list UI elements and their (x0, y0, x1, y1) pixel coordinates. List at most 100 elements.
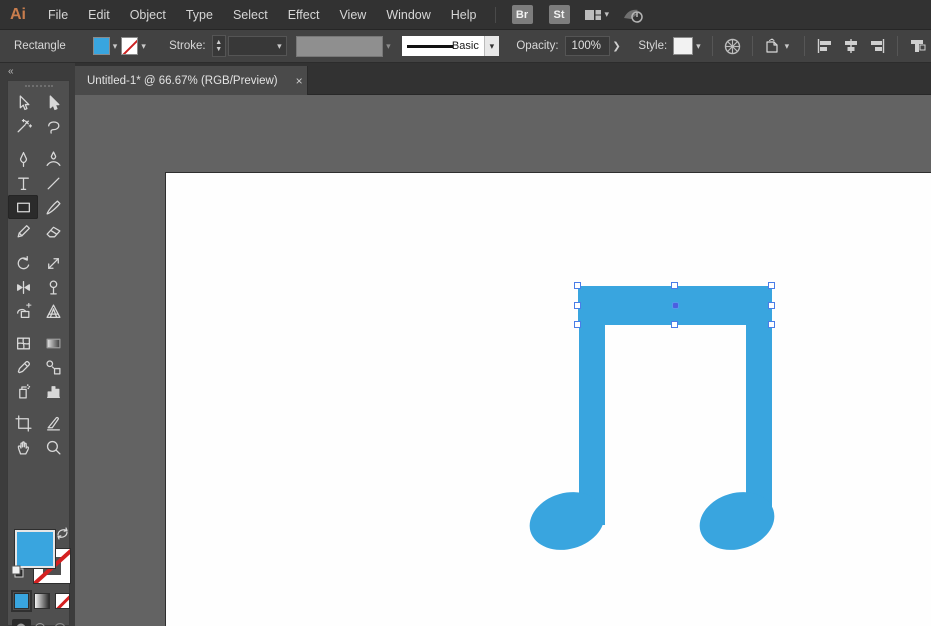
swap-fill-stroke-icon[interactable] (56, 527, 69, 545)
handle-mid-left[interactable] (574, 302, 581, 309)
draw-inside-button[interactable] (50, 619, 69, 626)
handle-top-right[interactable] (768, 282, 775, 289)
tool-magic-wand[interactable] (8, 115, 38, 139)
handle-top-left[interactable] (574, 282, 581, 289)
menu-effect[interactable]: Effect (278, 0, 330, 30)
tool-group-gap (8, 323, 70, 331)
tool-lasso[interactable] (38, 115, 68, 139)
tool-direct-selection[interactable] (38, 91, 68, 115)
tool-selection[interactable] (8, 91, 38, 115)
align-right-button[interactable] (868, 38, 886, 54)
collapse-toolbar-button[interactable]: « (8, 66, 13, 77)
tool-line-segment[interactable] (38, 171, 68, 195)
tool-mesh[interactable] (8, 331, 38, 355)
toolbar-grip[interactable] (8, 81, 69, 91)
shape-options-button[interactable]: ▾ (764, 38, 794, 54)
chevron-down-icon: ▾ (277, 41, 282, 52)
tool-eyedropper[interactable] (8, 355, 38, 379)
menu-file[interactable]: File (38, 0, 78, 30)
tool-pencil[interactable] (8, 219, 38, 243)
menu-edit[interactable]: Edit (78, 0, 120, 30)
handle-bottom-left[interactable] (574, 321, 581, 328)
tool-scale[interactable] (38, 251, 68, 275)
chevron-down-icon[interactable]: ▾ (386, 41, 391, 52)
menu-view[interactable]: View (329, 0, 376, 30)
menu-select[interactable]: Select (223, 0, 278, 30)
tool-column-graph[interactable] (38, 379, 68, 403)
tool-slice[interactable] (38, 411, 68, 435)
brush-definition-dropdown[interactable]: Basic (402, 36, 484, 56)
artboard[interactable] (165, 172, 931, 626)
transform-panel-button[interactable] (909, 38, 927, 54)
paint-mode-row (14, 593, 70, 609)
tool-group-gap (8, 403, 70, 411)
gpu-performance-icon[interactable] (621, 6, 645, 24)
tool-rectangle[interactable] (8, 195, 38, 219)
tool-rotate[interactable] (8, 251, 38, 275)
note-stem-left[interactable] (579, 300, 605, 525)
stroke-weight-label: Stroke: (169, 40, 205, 52)
stroke-weight-stepper[interactable]: ▲▼ (212, 35, 226, 57)
draw-normal-button[interactable] (12, 619, 31, 626)
width-profile-dropdown[interactable] (296, 36, 383, 57)
tool-perspective-grid[interactable] (38, 299, 68, 323)
fill-indicator[interactable] (15, 530, 55, 568)
bridge-button[interactable]: Br (512, 5, 533, 24)
chevron-down-icon[interactable]: ▾ (696, 41, 701, 52)
document-tab[interactable]: Untitled-1* @ 66.67% (RGB/Preview) × (75, 66, 308, 95)
tool-group-gap (8, 139, 70, 147)
tool-paintbrush[interactable] (38, 195, 68, 219)
illustrator-logo: Ai (0, 6, 38, 24)
controlbar-divider (897, 36, 898, 56)
opacity-input[interactable]: 100% (565, 36, 611, 56)
chevron-down-icon: ▾ (785, 41, 790, 52)
tool-artboard[interactable] (8, 411, 38, 435)
default-fill-stroke-icon[interactable] (11, 565, 25, 584)
recolor-artwork-button[interactable] (724, 38, 741, 55)
tool-curvature[interactable] (38, 147, 68, 171)
menu-object[interactable]: Object (120, 0, 176, 30)
align-center-button[interactable] (842, 38, 860, 54)
tool-symbol-sprayer[interactable] (8, 379, 38, 403)
tool-gradient[interactable] (38, 331, 68, 355)
align-left-button[interactable] (816, 38, 834, 54)
canvas[interactable] (75, 95, 931, 626)
opacity-label: Opacity: (516, 40, 558, 52)
chevron-down-icon: ▾ (605, 9, 610, 20)
chevron-down-icon[interactable]: ▾ (141, 41, 146, 52)
close-tab-icon[interactable]: × (288, 74, 311, 88)
tool-hand[interactable] (8, 435, 38, 459)
graphic-style-swatch[interactable] (673, 37, 693, 55)
tool-pen[interactable] (8, 147, 38, 171)
gradient-button[interactable] (34, 593, 49, 609)
chevron-down-icon[interactable]: ▾ (484, 36, 499, 56)
tool-puppet-warp[interactable] (38, 275, 68, 299)
tool-eraser[interactable] (38, 219, 68, 243)
draw-behind-button[interactable] (31, 619, 50, 626)
tool-shape-builder[interactable] (8, 299, 38, 323)
stroke-weight-combo[interactable]: ▾ (228, 36, 287, 56)
tool-group-gap (8, 243, 70, 251)
tool-type[interactable] (8, 171, 38, 195)
handle-top-center[interactable] (671, 282, 678, 289)
work-area: Untitled-1* @ 66.67% (RGB/Preview) × (75, 63, 931, 626)
stroke-color-swatch[interactable] (121, 37, 138, 55)
handle-bottom-center[interactable] (671, 321, 678, 328)
chevron-down-icon[interactable]: ▾ (113, 41, 118, 52)
fill-color-swatch[interactable] (93, 37, 110, 55)
object-center-point[interactable] (673, 303, 678, 308)
handle-mid-right[interactable] (768, 302, 775, 309)
menu-help[interactable]: Help (441, 0, 487, 30)
handle-bottom-right[interactable] (768, 321, 775, 328)
note-stem-right[interactable] (746, 300, 772, 525)
tool-zoom[interactable] (38, 435, 68, 459)
color-button[interactable] (14, 593, 29, 609)
arrange-documents-button[interactable]: ▾ (584, 8, 610, 22)
menu-window[interactable]: Window (376, 0, 440, 30)
stock-button[interactable]: St (549, 5, 570, 24)
tool-blend[interactable] (38, 355, 68, 379)
tool-width[interactable] (8, 275, 38, 299)
transparency-panel-arrow[interactable]: ❯ (612, 41, 620, 52)
none-button[interactable] (55, 593, 70, 609)
menu-type[interactable]: Type (176, 0, 223, 30)
